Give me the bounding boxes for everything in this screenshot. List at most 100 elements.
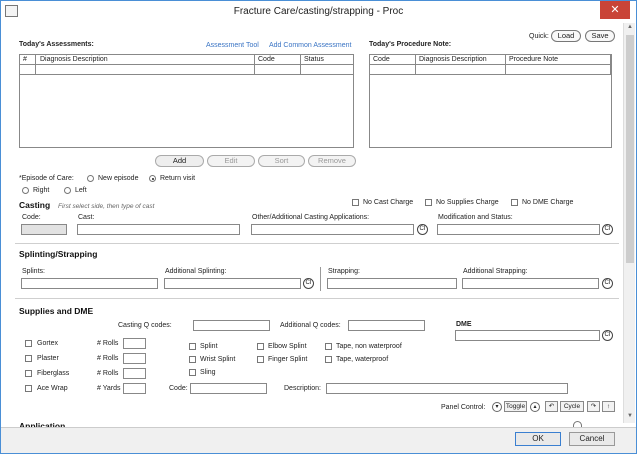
additional-splinting-label: Additional Splinting: xyxy=(165,268,227,275)
load-button[interactable]: Load xyxy=(551,30,581,42)
description-field[interactable] xyxy=(326,383,568,394)
ci-icon[interactable]: CI xyxy=(602,224,613,235)
ci-icon[interactable]: CI xyxy=(303,278,314,289)
assessments-header: # Diagnosis Description Code Status xyxy=(20,55,353,65)
dialog-footer: OK Cancel xyxy=(1,427,636,453)
splints-field[interactable] xyxy=(21,278,158,289)
return-visit-label: Return visit xyxy=(160,175,196,182)
modification-label: Modification and Status: xyxy=(438,214,513,221)
assessments-title: Today's Assessments: xyxy=(19,41,94,48)
edit-button[interactable]: Edit xyxy=(207,155,255,167)
ci-icon[interactable]: CI xyxy=(602,278,613,289)
scrollbar-thumb[interactable] xyxy=(626,35,634,263)
fiberglass-qty-field[interactable] xyxy=(123,368,146,379)
no-dme-charge-label: No DME Charge xyxy=(522,199,574,206)
col-procedure-note: Procedure Note xyxy=(509,56,559,63)
additional-splinting-field[interactable] xyxy=(164,278,301,289)
assessment-tool-link[interactable]: Assessment Tool xyxy=(206,42,259,49)
col-diagnosis: Diagnosis Description xyxy=(419,56,487,63)
scroll-up-arrow-icon[interactable]: ▲ xyxy=(626,24,634,30)
no-dme-charge-checkbox[interactable] xyxy=(511,199,518,206)
up-arrow-icon[interactable]: ↑ xyxy=(602,401,615,412)
fiberglass-checkbox[interactable] xyxy=(25,370,32,377)
tape-waterproof-label: Tape, waterproof xyxy=(336,356,389,363)
cycle-button[interactable]: Cycle xyxy=(560,401,584,412)
add-common-assessment-link[interactable]: Add Common Assessment xyxy=(269,42,351,49)
sling-checkbox[interactable] xyxy=(189,369,196,376)
episode-label: *Episode of Care: xyxy=(19,175,74,182)
col-number: # xyxy=(23,56,27,63)
cast-label: Cast: xyxy=(78,214,95,221)
new-episode-radio[interactable] xyxy=(87,175,94,182)
save-button[interactable]: Save xyxy=(585,30,615,42)
cast-field[interactable] xyxy=(77,224,240,235)
toggle-button[interactable]: Toggle xyxy=(504,401,527,412)
plaster-label: Plaster xyxy=(37,355,59,362)
undo-arrow-icon[interactable]: ↶ xyxy=(545,401,558,412)
left-side-radio[interactable] xyxy=(64,187,71,194)
no-cast-charge-checkbox[interactable] xyxy=(352,199,359,206)
fiberglass-unit-label: # Rolls xyxy=(97,370,119,377)
splints-label: Splints: xyxy=(22,268,45,275)
gortex-checkbox[interactable] xyxy=(25,340,32,347)
casting-q-label: Casting Q codes: xyxy=(118,322,172,329)
casting-hint: First select side, then type of cast xyxy=(58,203,155,210)
additional-strapping-field[interactable] xyxy=(462,278,599,289)
finger-splint-label: Finger Splint xyxy=(268,356,308,363)
add-button[interactable]: Add xyxy=(155,155,204,167)
expand-up-icon[interactable]: ▴ xyxy=(530,402,540,412)
no-supplies-charge-checkbox[interactable] xyxy=(425,199,432,206)
col-status: Status xyxy=(304,56,324,63)
table-row[interactable] xyxy=(370,65,611,75)
tape-waterproof-checkbox[interactable] xyxy=(325,356,332,363)
no-cast-charge-label: No Cast Charge xyxy=(363,199,414,206)
additional-q-field[interactable] xyxy=(348,320,425,331)
right-side-radio[interactable] xyxy=(22,187,29,194)
supply-code-field[interactable] xyxy=(190,383,267,394)
strapping-label: Strapping: xyxy=(328,268,360,275)
casting-q-field[interactable] xyxy=(193,320,270,331)
gortex-qty-field[interactable] xyxy=(123,338,146,349)
additional-q-label: Additional Q codes: xyxy=(280,322,341,329)
gortex-unit-label: # Rolls xyxy=(97,340,119,347)
redo-arrow-icon[interactable]: ↷ xyxy=(587,401,600,412)
ok-button[interactable]: OK xyxy=(515,432,561,446)
remove-button[interactable]: Remove xyxy=(308,155,356,167)
ace-wrap-label: Ace Wrap xyxy=(37,385,68,392)
splint-checkbox[interactable] xyxy=(189,343,196,350)
additional-casting-field[interactable] xyxy=(251,224,414,235)
ace-wrap-checkbox[interactable] xyxy=(25,385,32,392)
procedure-note-title: Today's Procedure Note: xyxy=(369,41,452,48)
splinting-title: Splinting/Strapping xyxy=(19,249,98,259)
scroll-down-arrow-icon[interactable]: ▼ xyxy=(626,413,634,419)
casting-code-field[interactable] xyxy=(21,224,67,235)
plaster-unit-label: # Rolls xyxy=(97,355,119,362)
modification-field[interactable] xyxy=(437,224,600,235)
tape-non-waterproof-checkbox[interactable] xyxy=(325,343,332,350)
strapping-field[interactable] xyxy=(327,278,457,289)
close-button[interactable]: ✕ xyxy=(600,1,630,19)
plaster-checkbox[interactable] xyxy=(25,355,32,362)
no-supplies-charge-label: No Supplies Charge xyxy=(436,199,499,206)
sort-button[interactable]: Sort xyxy=(258,155,305,167)
assessments-grid[interactable]: # Diagnosis Description Code Status xyxy=(19,54,354,148)
ci-icon[interactable]: CI xyxy=(602,330,613,341)
table-row[interactable] xyxy=(20,65,353,75)
return-visit-radio[interactable] xyxy=(149,175,156,182)
finger-splint-checkbox[interactable] xyxy=(257,356,264,363)
procedure-note-grid[interactable]: Code Diagnosis Description Procedure Not… xyxy=(369,54,612,148)
ci-icon[interactable]: CI xyxy=(417,224,428,235)
vertical-scrollbar[interactable]: ▲ ▼ xyxy=(623,23,635,423)
splint-label: Splint xyxy=(200,343,218,350)
supplies-title: Supplies and DME xyxy=(19,306,94,316)
wrist-splint-checkbox[interactable] xyxy=(189,356,196,363)
dme-field[interactable] xyxy=(455,330,600,341)
cancel-button[interactable]: Cancel xyxy=(569,432,615,446)
description-label: Description: xyxy=(284,385,321,392)
ace-wrap-qty-field[interactable] xyxy=(123,383,146,394)
elbow-splint-checkbox[interactable] xyxy=(257,343,264,350)
fiberglass-label: Fiberglass xyxy=(37,370,70,377)
collapse-down-icon[interactable]: ▾ xyxy=(492,402,502,412)
gortex-label: Gortex xyxy=(37,340,59,347)
plaster-qty-field[interactable] xyxy=(123,353,146,364)
